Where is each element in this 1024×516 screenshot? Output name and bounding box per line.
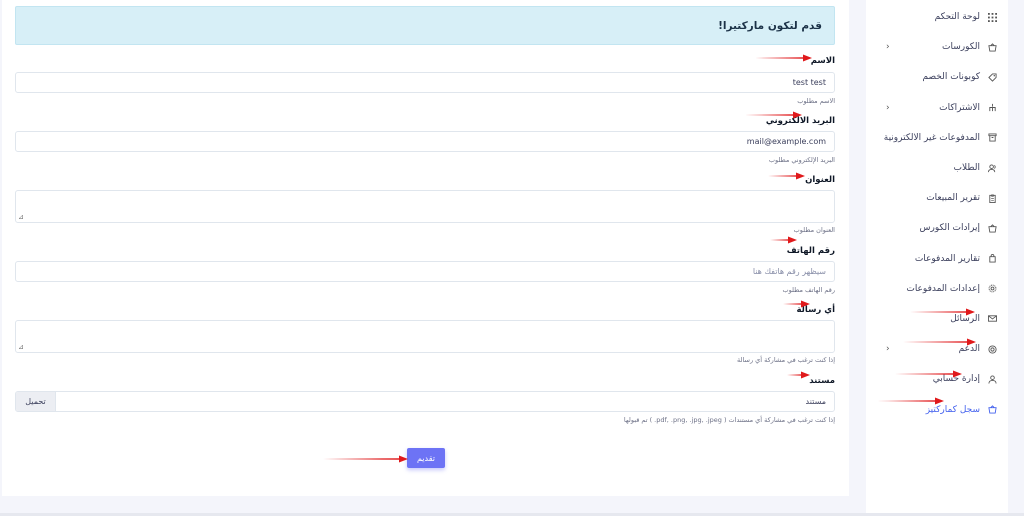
sidebar-item-label: سجل كماركتيز — [925, 404, 980, 415]
name-help: الاسم مطلوب — [797, 97, 835, 105]
sidebar-item-3[interactable]: الاشتراكات ‹ — [866, 93, 1008, 123]
annotation-arrow — [770, 236, 798, 244]
sidebar-item-8[interactable]: تقارير المدفوعات — [866, 244, 1008, 274]
annotation-arrow — [783, 300, 811, 308]
phone-input[interactable] — [15, 261, 835, 282]
sidebar-item-0[interactable]: لوحة التحكم — [866, 2, 1008, 32]
annotation-arrow — [787, 371, 811, 379]
upload-button[interactable]: تحميل — [16, 392, 56, 411]
tag-icon — [986, 71, 998, 83]
main-card: قدم لتكون ماركتيرا! الاسم الاسم مطلوب ال… — [2, 0, 849, 496]
sidebar-item-label: الكورسات — [942, 42, 980, 53]
archive-icon — [986, 132, 998, 144]
sidebar-item-label: تقارير المدفوعات — [914, 253, 980, 264]
annotation-arrow — [910, 308, 976, 316]
user-icon — [986, 373, 998, 385]
address-help: العنوان مطلوب — [793, 226, 835, 234]
annotation-arrow — [745, 111, 803, 119]
document-label: مستند — [809, 376, 835, 386]
email-help: البريد الإلكتروني مطلوب — [768, 156, 835, 164]
resize-handle-icon[interactable]: ⊿ — [18, 213, 24, 221]
sidebar-item-5[interactable]: الطلاب — [866, 153, 1008, 183]
basket-icon — [986, 404, 998, 416]
address-textarea[interactable]: ⊿ — [15, 190, 835, 223]
sidebar-item-label: تقرير المبيعات — [926, 193, 980, 204]
document-file-input[interactable]: مستند تحميل — [15, 391, 835, 412]
annotation-arrow — [903, 338, 977, 346]
email-input[interactable] — [15, 131, 835, 152]
document-file-text: مستند — [805, 397, 826, 406]
sidebar-item-9[interactable]: إعدادات المدفوعات — [866, 274, 1008, 304]
sidebar-item-label: كوبونات الخصم — [922, 72, 980, 83]
sidebar: لوحة التحكم الكورسات ‹ كوبونات الخصم الاشترا… — [866, 0, 1008, 516]
sidebar-item-6[interactable]: تقرير المبيعات — [866, 183, 1008, 213]
mail-icon — [986, 313, 998, 325]
annotation-arrow — [323, 455, 409, 463]
phone-label: رقم الهاتف — [786, 246, 835, 256]
sidebar-item-7[interactable]: إيرادات الكورس — [866, 213, 1008, 243]
sidebar-item-1[interactable]: الكورسات ‹ — [866, 32, 1008, 62]
submit-button[interactable]: تقديم — [407, 448, 445, 468]
message-textarea[interactable]: ⊿ — [15, 320, 835, 353]
sidebar-item-label: الطلاب — [953, 163, 980, 174]
sidebar-item-12[interactable]: إدارة حسابي — [866, 364, 1008, 394]
title-alert: قدم لتكون ماركتيرا! — [15, 6, 835, 45]
page-title: قدم لتكون ماركتيرا! — [718, 19, 822, 32]
gear-icon — [986, 283, 998, 295]
chevron-left-icon[interactable]: ‹ — [886, 344, 890, 354]
hierarchy-icon — [986, 102, 998, 114]
message-help: إذا كنت ترغب في مشاركة أي رسالة — [737, 356, 835, 364]
lifebuoy-icon — [986, 343, 998, 355]
chevron-left-icon[interactable]: ‹ — [886, 42, 890, 52]
annotation-arrow — [755, 54, 813, 62]
basket-icon — [986, 222, 998, 234]
name-input[interactable] — [15, 72, 835, 93]
bag-icon — [986, 253, 998, 265]
name-label: الاسم — [810, 56, 835, 66]
sidebar-item-4[interactable]: المدفوعات غير الالكترونية — [866, 123, 1008, 153]
sidebar-item-label: لوحة التحكم — [934, 12, 980, 23]
sidebar-item-label: الاشتراكات — [939, 102, 980, 113]
address-label: العنوان — [805, 175, 835, 185]
sidebar-item-label: إيرادات الكورس — [919, 223, 980, 234]
annotation-arrow — [895, 370, 963, 378]
grid-icon — [986, 11, 998, 23]
users-icon — [986, 162, 998, 174]
sidebar-item-2[interactable]: كوبونات الخصم — [866, 62, 1008, 92]
document-help: إذا كنت ترغب في مشاركة أي مستندات ( pdf,… — [623, 416, 835, 424]
chevron-left-icon[interactable]: ‹ — [886, 103, 890, 113]
annotation-arrow — [768, 172, 806, 180]
resize-handle-icon[interactable]: ⊿ — [18, 343, 24, 351]
sidebar-item-label: إعدادات المدفوعات — [906, 283, 980, 294]
annotation-arrow — [877, 397, 945, 405]
phone-help: رقم الهاتف مطلوب — [782, 286, 835, 294]
clipboard-icon — [986, 192, 998, 204]
sidebar-item-label: المدفوعات غير الالكترونية — [883, 132, 980, 143]
basket-icon — [986, 41, 998, 53]
